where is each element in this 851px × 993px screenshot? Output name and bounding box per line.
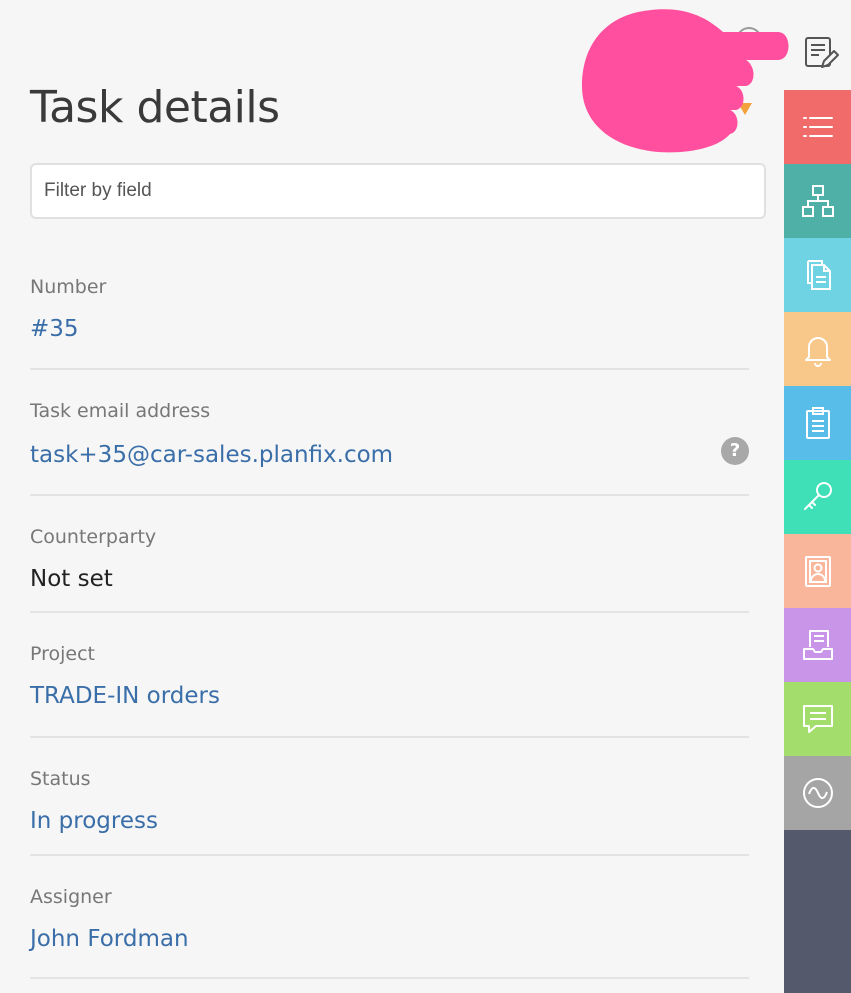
tab-inbox[interactable] [784, 608, 851, 682]
chat-icon [802, 705, 833, 733]
tab-checklist[interactable] [784, 386, 851, 460]
inbox-icon [802, 630, 833, 660]
contact-card-icon [804, 556, 831, 587]
pointing-hand-icon [582, 9, 789, 153]
field-label: Assigner [30, 886, 112, 908]
tab-documents[interactable] [784, 238, 851, 312]
clipboard-icon [805, 407, 830, 439]
field-value-link[interactable]: task+35@car-sales.planfix.com [30, 442, 393, 468]
filter-by-field-input[interactable] [30, 163, 766, 219]
key-icon [803, 482, 832, 510]
field-label: Counterparty [30, 526, 157, 548]
task-details-panel: Task details Number #35 Task email addre… [0, 0, 851, 993]
activity-icon [802, 778, 833, 808]
field-value-link[interactable]: In progress [30, 808, 158, 834]
tab-hierarchy[interactable] [784, 164, 851, 238]
field-assigner: Assigner John Fordman [30, 880, 749, 979]
list-icon [802, 117, 833, 137]
field-label: Number [30, 276, 107, 298]
tab-reminders[interactable] [784, 312, 851, 386]
documents-icon [806, 260, 831, 290]
field-value-link[interactable]: TRADE-IN orders [30, 683, 220, 709]
tab-activity[interactable] [784, 756, 851, 830]
tab-contacts[interactable] [784, 534, 851, 608]
tab-access[interactable] [784, 460, 851, 534]
field-label: Task email address [30, 400, 211, 422]
help-icon[interactable]: ? [721, 437, 749, 465]
edit-details-icon[interactable] [800, 33, 840, 73]
tab-list[interactable] [784, 90, 851, 164]
right-tab-rail [784, 90, 851, 993]
field-value-link[interactable]: #35 [30, 316, 79, 342]
hierarchy-icon [801, 185, 834, 217]
field-value[interactable]: Not set [30, 566, 113, 592]
field-task-email: Task email address task+35@car-sales.pla… [30, 394, 749, 496]
field-counterparty: Counterparty Not set [30, 520, 749, 613]
field-number: Number #35 [30, 270, 749, 370]
field-value-link[interactable]: John Fordman [30, 926, 189, 952]
tab-comments[interactable] [784, 682, 851, 756]
field-label: Project [30, 643, 96, 665]
bell-icon [804, 337, 831, 367]
field-project: Project TRADE-IN orders [30, 637, 749, 738]
page-title: Task details [30, 82, 280, 133]
field-label: Status [30, 768, 91, 790]
field-status: Status In progress [30, 762, 749, 856]
